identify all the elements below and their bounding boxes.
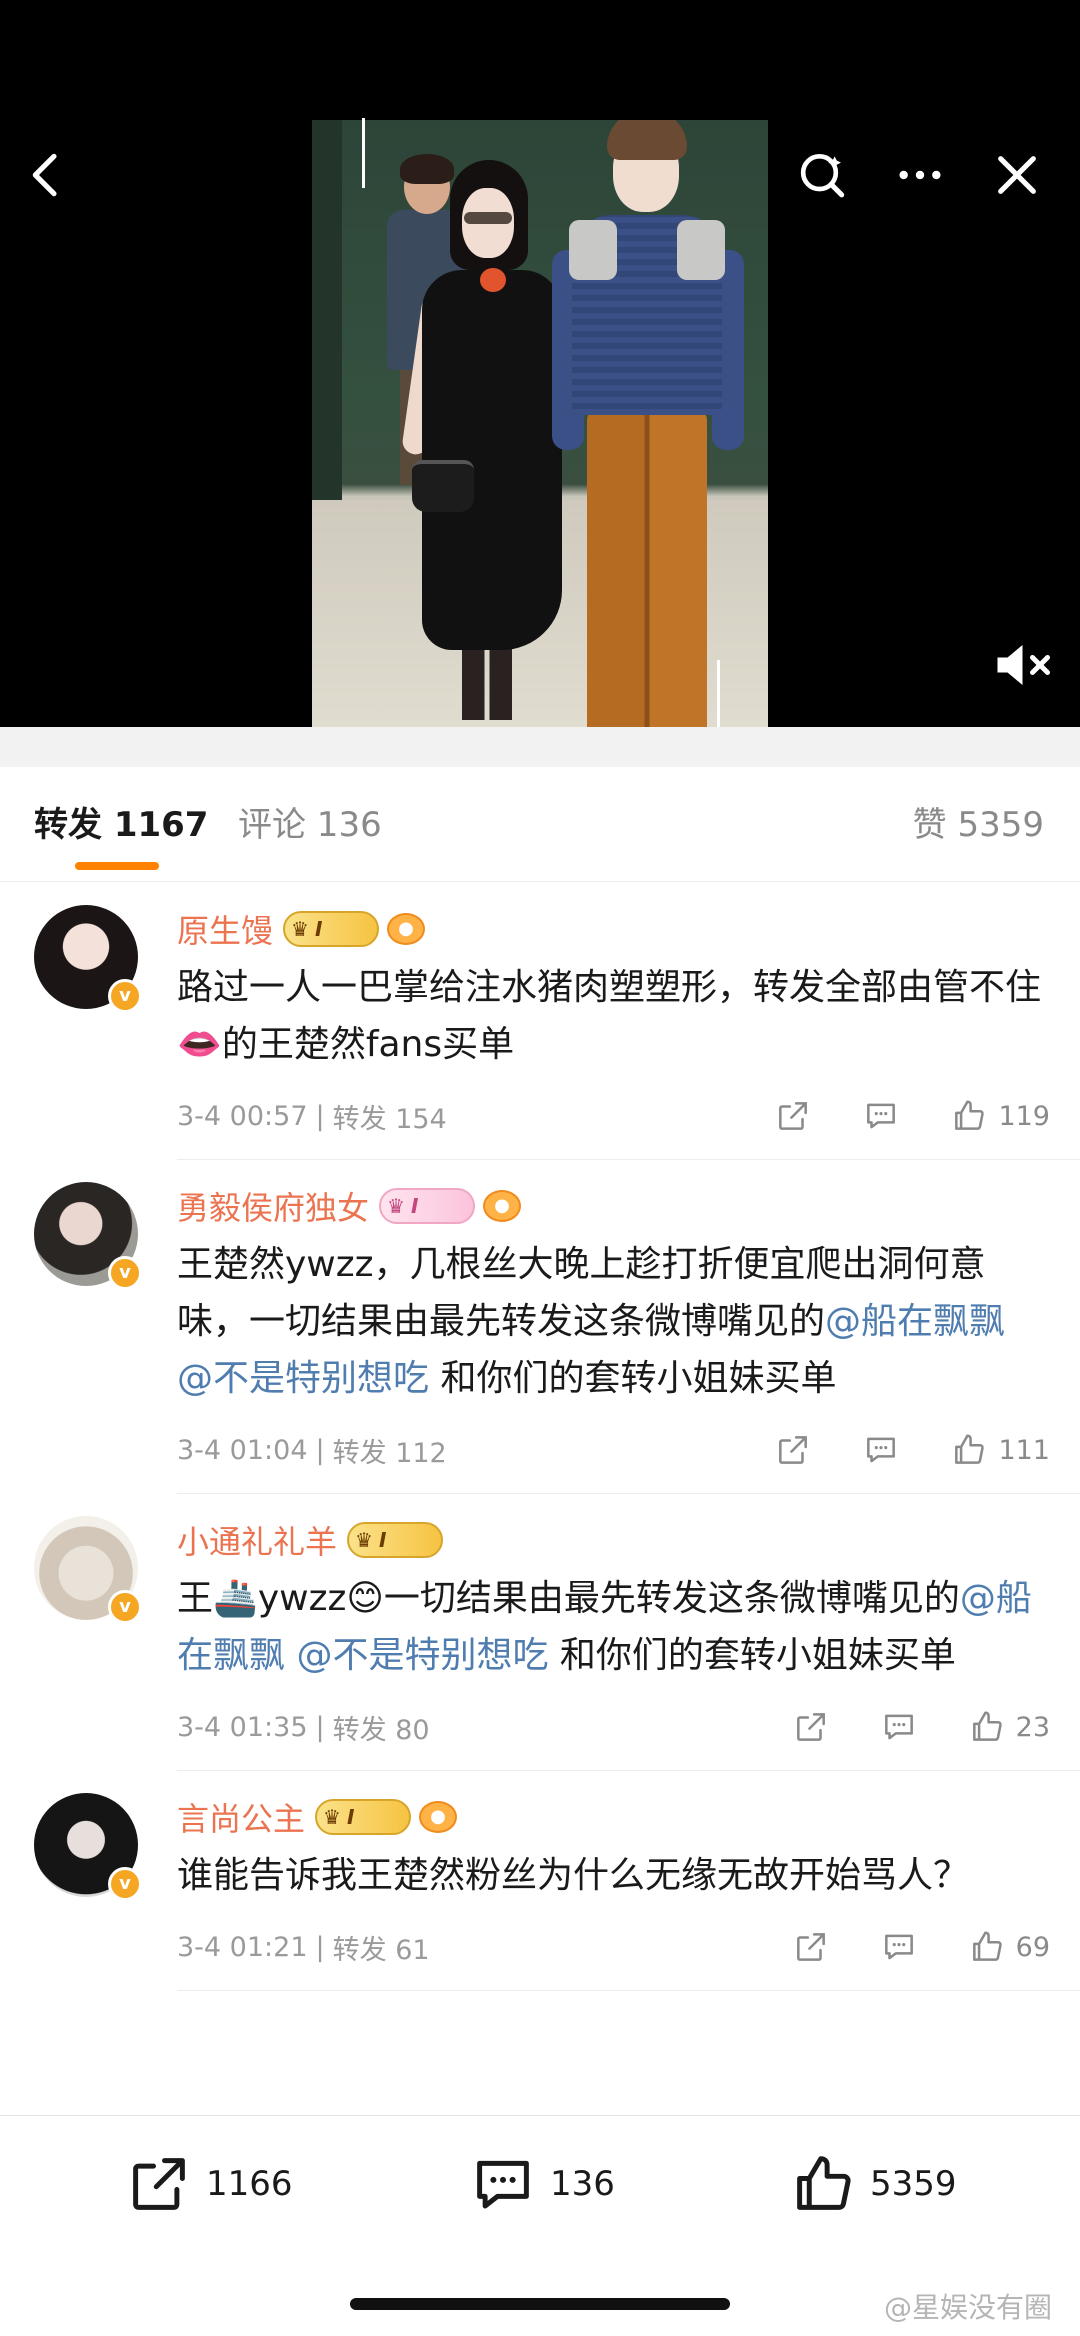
- comment-icon: [477, 2160, 529, 2209]
- vip-level: I: [314, 917, 323, 941]
- thumbs-up-icon: [972, 1931, 1002, 1961]
- username[interactable]: 言尚公主: [177, 1794, 305, 1840]
- video-edge-mark: [717, 660, 720, 727]
- vip-level: I: [346, 1805, 355, 1829]
- thumbs-up-icon: [955, 1100, 985, 1130]
- repost-list[interactable]: v 原生馒 ♛ I ● 路过一人一巴掌给注水猪肉塑塑形，转发全部由管不住👄的王楚…: [0, 883, 1080, 2115]
- video-man-figure: [547, 120, 747, 727]
- like-count: 23: [1015, 1711, 1050, 1743]
- vip-badge-icon: ♛ I: [347, 1522, 444, 1558]
- list-item: v 勇毅侯府独女 ♛ I ● 王楚然ywzz，几根丝大晚上趁打折便宜爬出洞何意味…: [34, 1160, 1080, 1494]
- repost-text: 王楚然ywzz，几根丝大晚上趁打折便宜爬出洞何意味，一切结果由最先转发这条微博嘴…: [177, 1236, 1080, 1407]
- video-frame[interactable]: [312, 120, 768, 727]
- verified-icon: v: [108, 1256, 142, 1290]
- vip-badge-icon: ♛ I: [379, 1188, 476, 1224]
- watermark: @星娱没有圈: [883, 2291, 1052, 2324]
- thumbs-up-icon: [972, 1711, 1002, 1741]
- repost-text-part: 王🚢ywzz😊一切结果由最先转发这条微博嘴见的: [177, 1578, 960, 1619]
- post-time: 3-4 01:35: [177, 1711, 308, 1743]
- like-count: 69: [1015, 1931, 1050, 1963]
- video-player[interactable]: [0, 0, 1080, 727]
- thumbs-up-icon: [797, 2156, 851, 2210]
- home-indicator[interactable]: [350, 2298, 730, 2310]
- meta-separator: |: [315, 1434, 325, 1466]
- mute-icon[interactable]: [990, 635, 1060, 695]
- meta-separator: |: [315, 1931, 325, 1963]
- section-divider: [0, 727, 1080, 767]
- tab-repost[interactable]: 转发 1167: [34, 797, 208, 846]
- share-icon[interactable]: [774, 1431, 812, 1469]
- like-total: 5359: [870, 2164, 957, 2204]
- repost-count[interactable]: 转发 80: [333, 1708, 430, 1747]
- repost-text-part: 和你们的套转小姐妹买单: [548, 1635, 956, 1676]
- like-button[interactable]: 111: [950, 1431, 1050, 1469]
- repost-count[interactable]: 转发 154: [333, 1097, 447, 1136]
- video-edge-mark: [362, 118, 365, 188]
- post-time: 3-4 01:04: [177, 1434, 308, 1466]
- video-background: [312, 120, 342, 500]
- comment-total: 136: [550, 2164, 615, 2204]
- share-icon[interactable]: [792, 1708, 830, 1746]
- verified-icon: v: [108, 1867, 142, 1901]
- mention-link[interactable]: @不是特别想吃: [177, 1358, 429, 1399]
- comment-icon[interactable]: [880, 1928, 918, 1966]
- meta-separator: |: [315, 1711, 325, 1743]
- repost-count[interactable]: 转发 112: [333, 1431, 447, 1470]
- comment-icon[interactable]: [880, 1708, 918, 1746]
- tab-comments[interactable]: 评论 136: [238, 797, 382, 846]
- fan-badge-icon: ●: [387, 913, 426, 945]
- more-icon[interactable]: [885, 140, 955, 210]
- repost-text-part: 和你们的套转小姐妹买单: [429, 1358, 837, 1399]
- search-icon[interactable]: [788, 140, 858, 210]
- vip-level: I: [378, 1528, 387, 1552]
- thumbs-up-icon: [955, 1434, 985, 1464]
- like-button[interactable]: 69: [968, 1928, 1050, 1966]
- repost-count[interactable]: 转发 61: [333, 1928, 430, 1967]
- avatar[interactable]: v: [34, 1516, 144, 1626]
- username[interactable]: 勇毅侯府独女: [177, 1183, 369, 1229]
- share-icon[interactable]: [792, 1928, 830, 1966]
- active-tab-indicator: [75, 862, 159, 870]
- repost-text: 路过一人一巴掌给注水猪肉塑塑形，转发全部由管不住👄的王楚然fans买单: [177, 967, 1042, 1065]
- post-time: 3-4 00:57: [177, 1100, 308, 1132]
- close-icon[interactable]: [982, 140, 1052, 210]
- username[interactable]: 小通礼礼羊: [177, 1517, 337, 1563]
- repost-total: 1166: [206, 2164, 293, 2204]
- like-button[interactable]: 5359: [790, 2151, 957, 2217]
- vip-level: I: [410, 1194, 419, 1218]
- vip-badge-icon: ♛ I: [283, 911, 380, 947]
- avatar[interactable]: v: [34, 1182, 144, 1292]
- comment-button[interactable]: 136: [470, 2151, 615, 2217]
- like-count: 111: [998, 1434, 1050, 1466]
- username[interactable]: 原生馒: [177, 906, 273, 952]
- back-icon[interactable]: [12, 140, 82, 210]
- like-button[interactable]: 23: [968, 1708, 1050, 1746]
- bottom-action-bar: 1166 136 5359: [0, 2115, 1080, 2251]
- mention-link[interactable]: @不是特别想吃: [296, 1635, 548, 1676]
- fan-badge-icon: ●: [419, 1801, 458, 1833]
- vip-badge-icon: ♛ I: [315, 1799, 412, 1835]
- list-item: v 言尚公主 ♛ I ● 谁能告诉我王楚然粉丝为什么无缘无故开始骂人？ 3-4 …: [34, 1771, 1080, 1991]
- like-button[interactable]: 119: [950, 1097, 1050, 1135]
- interaction-tabs: 转发 1167 评论 136 赞 5359: [0, 767, 1080, 882]
- verified-icon: v: [108, 1590, 142, 1624]
- repost-text: 王🚢ywzz😊一切结果由最先转发这条微博嘴见的@船在飘飘 @不是特别想吃 和你们…: [177, 1570, 1080, 1684]
- comment-icon[interactable]: [862, 1097, 900, 1135]
- list-item: v 小通礼礼羊 ♛ I 王🚢ywzz😊一切结果由最先转发这条微博嘴见的@船在飘飘…: [34, 1494, 1080, 1771]
- tab-likes[interactable]: 赞 5359: [913, 797, 1044, 846]
- comment-icon[interactable]: [862, 1431, 900, 1469]
- list-item: v 原生馒 ♛ I ● 路过一人一巴掌给注水猪肉塑塑形，转发全部由管不住👄的王楚…: [34, 883, 1080, 1160]
- meta-separator: |: [315, 1100, 325, 1132]
- post-time: 3-4 01:21: [177, 1931, 308, 1963]
- mention-link[interactable]: @船在飘飘: [825, 1301, 1005, 1342]
- like-count: 119: [998, 1100, 1050, 1132]
- repost-text: 谁能告诉我王楚然粉丝为什么无缘无故开始骂人？: [177, 1855, 970, 1896]
- avatar[interactable]: v: [34, 905, 144, 1015]
- share-icon: [133, 2158, 185, 2210]
- fan-badge-icon: ●: [483, 1190, 522, 1222]
- avatar[interactable]: v: [34, 1793, 144, 1903]
- verified-icon: v: [108, 979, 142, 1013]
- share-icon[interactable]: [774, 1097, 812, 1135]
- repost-button[interactable]: 1166: [126, 2151, 293, 2217]
